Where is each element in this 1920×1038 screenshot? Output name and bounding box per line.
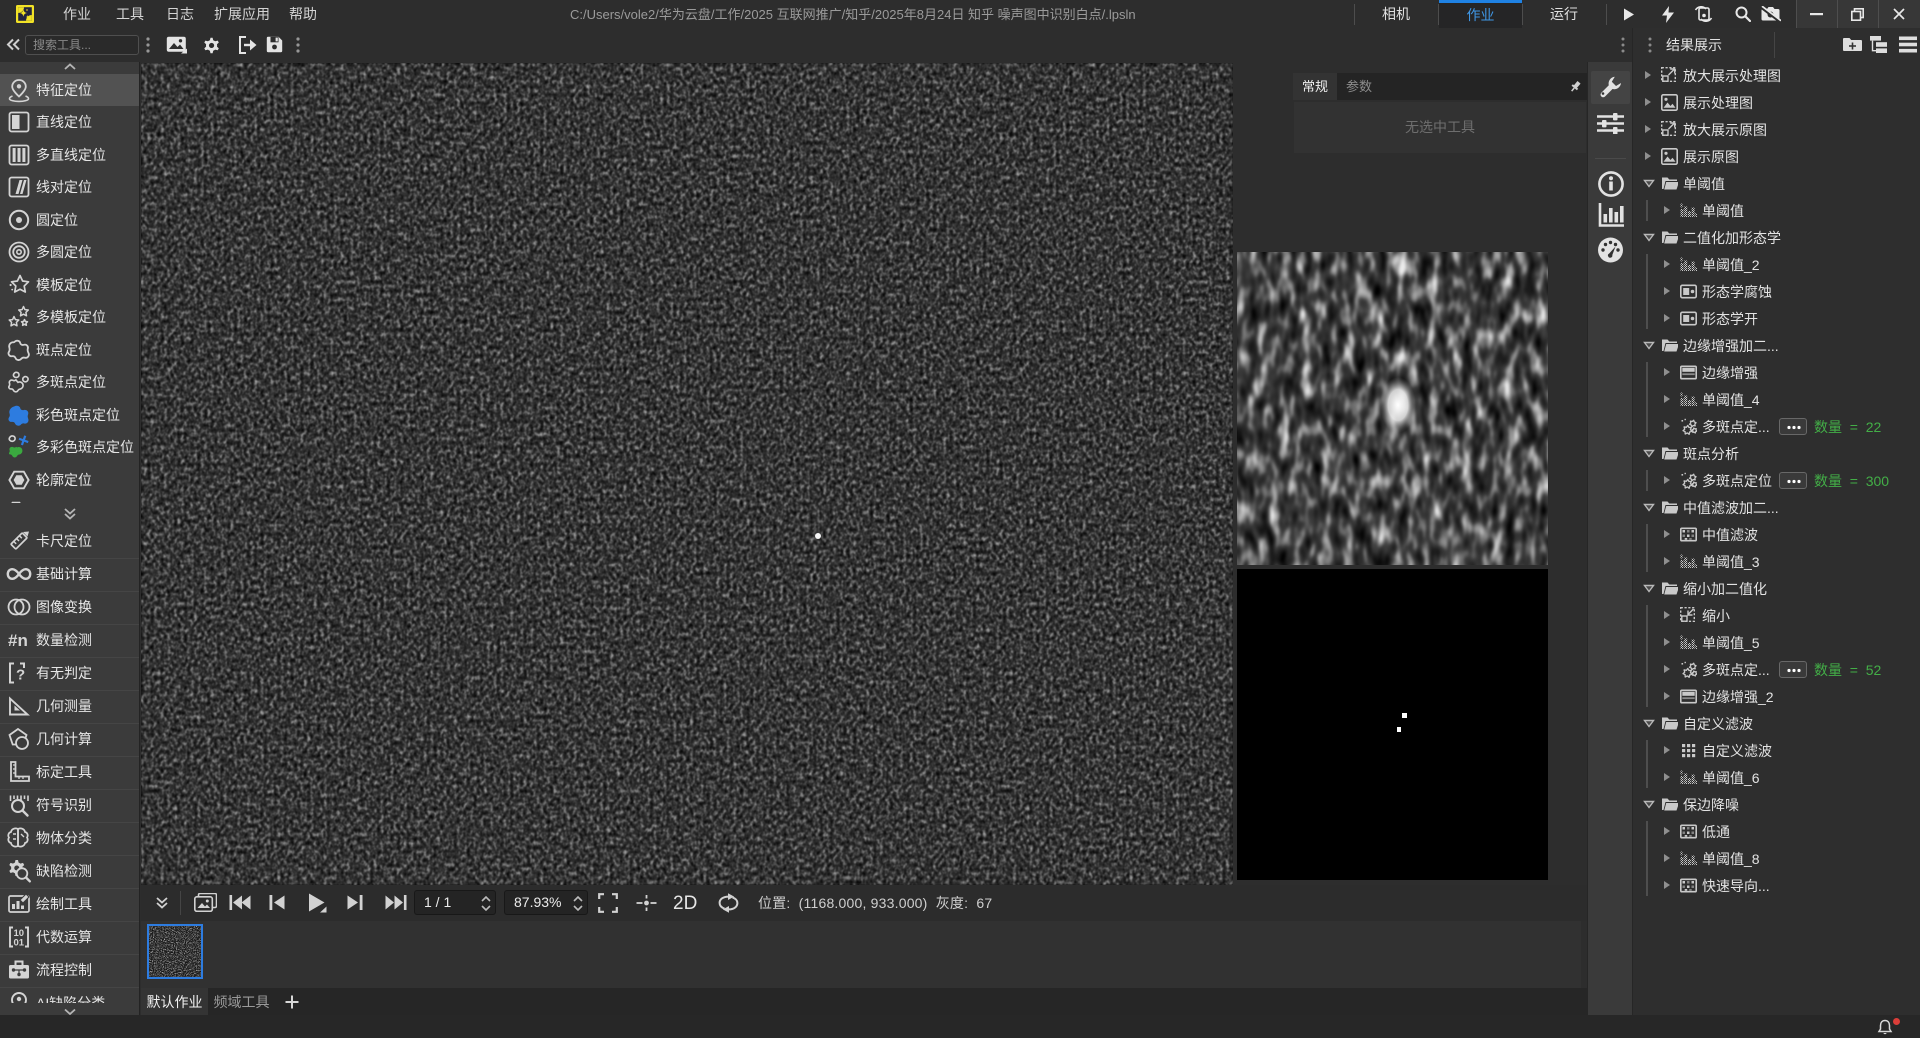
svg-text:?: ?	[16, 667, 25, 684]
svg-text:#n: #n	[8, 631, 28, 650]
svg-text:01: 01	[14, 938, 25, 949]
